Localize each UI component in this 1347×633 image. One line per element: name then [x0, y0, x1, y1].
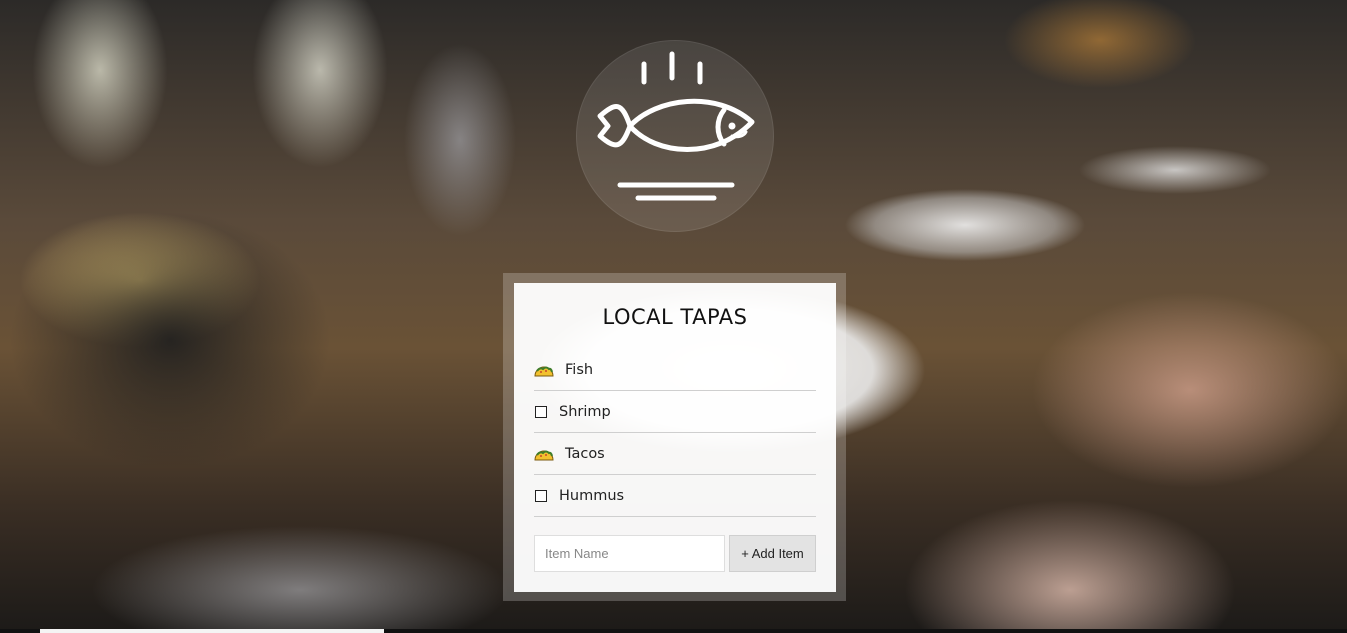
- list-item-label: Shrimp: [559, 403, 611, 420]
- bottom-scrollbar[interactable]: [0, 629, 1347, 633]
- item-name-input[interactable]: [534, 535, 725, 572]
- taco-icon: [534, 366, 554, 376]
- tapas-card: LOCAL TAPAS Fish Shrimp Tacos Hummus Ite…: [514, 283, 836, 592]
- taco-icon: [534, 450, 554, 460]
- list-item-label: Fish: [565, 361, 594, 378]
- checkbox-icon[interactable]: [535, 405, 547, 418]
- page-title: LOCAL TAPAS: [602, 305, 748, 329]
- tapas-list: Fish Shrimp Tacos Hummus: [534, 349, 816, 517]
- logo: [576, 40, 776, 232]
- scrollbar-thumb[interactable]: [40, 629, 384, 633]
- list-item[interactable]: Tacos: [534, 433, 816, 475]
- add-item-button[interactable]: + Add Item: [729, 535, 816, 572]
- steaming-fish-dish-icon: [597, 51, 755, 201]
- list-item[interactable]: Hummus: [534, 475, 816, 517]
- add-item-form: + Add Item: [534, 535, 816, 572]
- list-item-label: Tacos: [565, 445, 605, 462]
- list-item[interactable]: Fish: [534, 349, 816, 391]
- list-item-label: Hummus: [559, 487, 625, 504]
- checkbox-icon[interactable]: [535, 489, 547, 502]
- list-item[interactable]: Shrimp: [534, 391, 816, 433]
